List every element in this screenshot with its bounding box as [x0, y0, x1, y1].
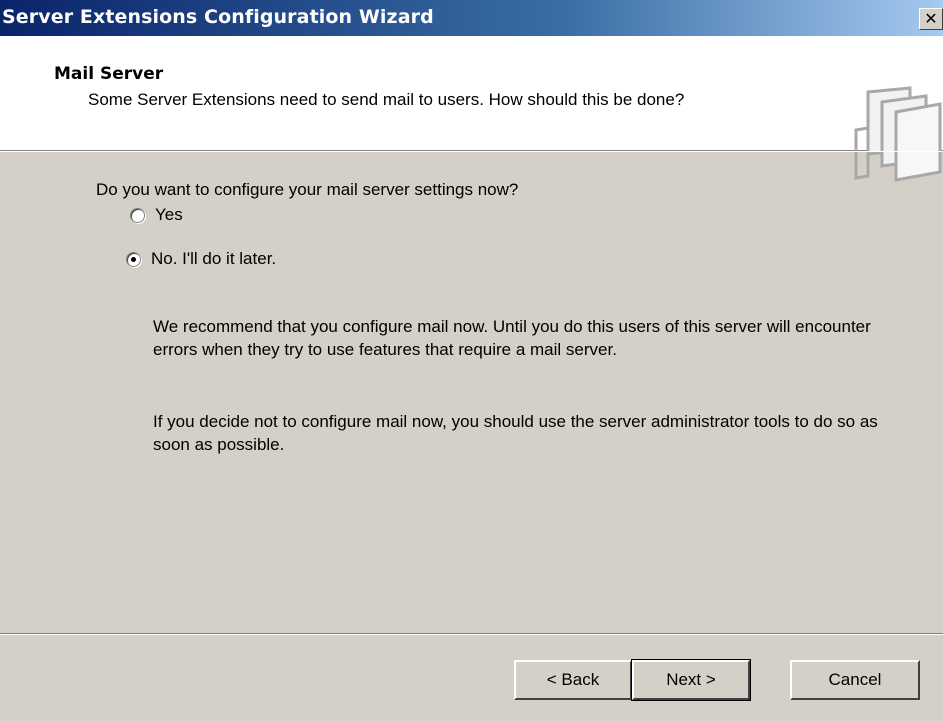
question-label: Do you want to configure your mail serve… [96, 180, 519, 199]
recommendation-text: We recommend that you configure mail now… [153, 317, 871, 359]
close-button[interactable]: ✕ [919, 8, 943, 30]
footer-divider-highlight [0, 634, 943, 635]
window-title: Server Extensions Configuration Wizard [2, 6, 434, 28]
option-yes-label: Yes [155, 205, 183, 224]
title-bar: Server Extensions Configuration Wizard ✕ [0, 0, 943, 36]
later-text: If you decide not to configure mail now,… [153, 412, 878, 454]
radio-no[interactable] [126, 251, 141, 267]
page-title: Mail Server [54, 64, 164, 84]
radio-yes[interactable] [130, 207, 145, 223]
option-yes[interactable]: Yes [130, 205, 183, 225]
next-button[interactable]: Next > [631, 659, 751, 701]
cancel-button[interactable]: Cancel [790, 660, 920, 700]
header-divider [0, 151, 943, 152]
option-no[interactable]: No. I'll do it later. [126, 249, 276, 269]
back-button[interactable]: < Back [514, 660, 632, 700]
close-icon: ✕ [924, 9, 938, 28]
option-no-label: No. I'll do it later. [151, 249, 277, 268]
wizard-pages-icon [854, 86, 942, 182]
page-subtitle: Some Server Extensions need to send mail… [88, 90, 685, 109]
wizard-header: Mail Server Some Server Extensions need … [0, 36, 943, 182]
